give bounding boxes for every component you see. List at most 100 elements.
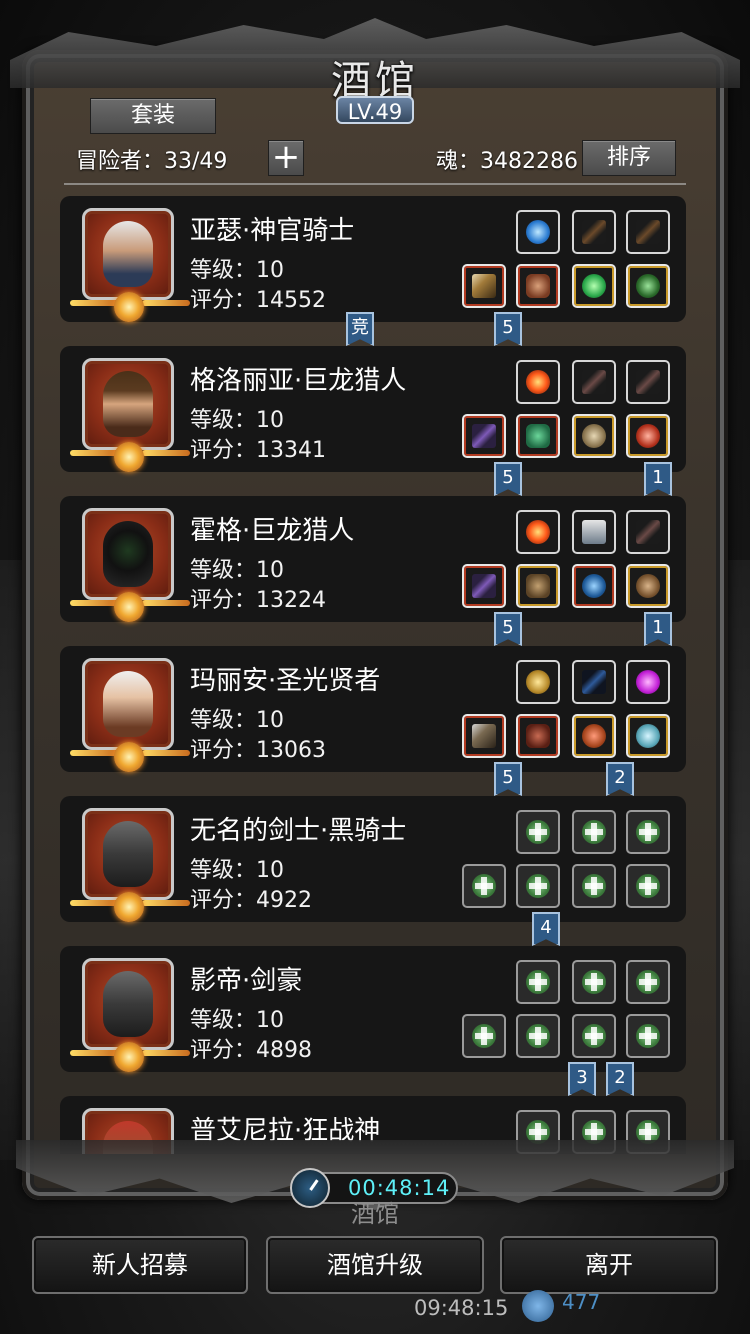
empty-slot-icon[interactable]: [572, 1014, 616, 1058]
hero-portrait[interactable]: [82, 658, 174, 750]
rank-medal-icon: [114, 592, 144, 622]
empty-slot-icon[interactable]: [516, 810, 560, 854]
hero-name: 霍格·巨龙猎人: [190, 516, 355, 546]
system-clock: 09:48:15: [414, 1296, 509, 1320]
hero-card[interactable]: 亚瑟·神官骑士 等级：10 评分：14552: [60, 196, 686, 322]
hammer-icon[interactable]: [462, 714, 506, 758]
armor-icon[interactable]: [516, 564, 560, 608]
feather-icon[interactable]: [626, 510, 670, 554]
bow-icon[interactable]: [572, 660, 616, 704]
star-tag: 5: [494, 462, 522, 496]
recruit-button[interactable]: 新人招募: [32, 1236, 248, 1294]
rank-wing-right: [142, 600, 190, 606]
fire-icon[interactable]: [516, 510, 560, 554]
gun-icon[interactable]: [626, 210, 670, 254]
rank-wing-right: [142, 300, 190, 306]
hero-level: 等级：10: [190, 408, 284, 433]
rank-wing-right: [142, 900, 190, 906]
leave-button[interactable]: 离开: [500, 1236, 718, 1294]
armor-icon[interactable]: [516, 414, 560, 458]
gem-icon[interactable]: [626, 414, 670, 458]
crystal-icon[interactable]: [572, 510, 616, 554]
paw-icon[interactable]: [626, 564, 670, 608]
star-tag: 1: [644, 612, 672, 646]
star-tag: 2: [606, 1062, 634, 1096]
rank-medal-icon: [114, 1042, 144, 1072]
empty-slot-icon[interactable]: [516, 1014, 560, 1058]
hero-portrait[interactable]: [82, 508, 174, 600]
rank-wing-left: [70, 600, 118, 606]
feather-icon[interactable]: [572, 360, 616, 404]
rank-medal-icon: [114, 442, 144, 472]
rank-wing-right: [142, 450, 190, 456]
hero-portrait[interactable]: [82, 358, 174, 450]
hero-list[interactable]: 亚瑟·神官骑士 等级：10 评分：14552 竞 5 格洛丽亚·巨龙猎人 等级：…: [60, 190, 690, 1154]
hero-card[interactable]: 格洛丽亚·巨龙猎人 等级：10 评分：13341: [60, 346, 686, 472]
rank-wing-left: [70, 1050, 118, 1056]
empty-slot-icon[interactable]: [462, 1014, 506, 1058]
empty-slot-icon[interactable]: [516, 960, 560, 1004]
soul-count: 魂：3482286: [436, 149, 578, 174]
shield-icon[interactable]: [516, 660, 560, 704]
empty-slot-icon[interactable]: [462, 864, 506, 908]
hero-portrait[interactable]: [82, 208, 174, 300]
arena-tag: 竞: [346, 312, 374, 346]
suit-button[interactable]: 套装: [90, 98, 216, 134]
star-tag: 1: [644, 462, 672, 496]
gem-icon[interactable]: [572, 264, 616, 308]
tavern-level-badge: LV.49: [336, 96, 414, 124]
hero-name: 亚瑟·神官骑士: [190, 216, 355, 246]
fire-icon[interactable]: [516, 360, 560, 404]
gauntlet-icon[interactable]: [572, 564, 616, 608]
sort-button[interactable]: 排序: [582, 140, 676, 176]
empty-slot-icon[interactable]: [572, 960, 616, 1004]
necklace-icon[interactable]: [626, 714, 670, 758]
rank-wing-left: [70, 900, 118, 906]
crossbow-icon[interactable]: [462, 564, 506, 608]
empty-slot-icon[interactable]: [626, 864, 670, 908]
empty-slot-icon[interactable]: [572, 864, 616, 908]
armor-icon[interactable]: [516, 264, 560, 308]
hero-score: 评分：13063: [190, 738, 326, 763]
feather-icon[interactable]: [626, 360, 670, 404]
upgrade-tavern-button[interactable]: 酒馆升级: [266, 1236, 484, 1294]
gun-icon[interactable]: [572, 210, 616, 254]
rank-medal-icon: [114, 742, 144, 772]
ring-icon[interactable]: [572, 414, 616, 458]
boots-icon[interactable]: [626, 264, 670, 308]
empty-slot-icon[interactable]: [626, 960, 670, 1004]
amulet-icon[interactable]: [572, 714, 616, 758]
hero-score: 评分：13341: [190, 438, 326, 463]
hero-level: 等级：10: [190, 858, 284, 883]
empty-slot-icon[interactable]: [626, 810, 670, 854]
hero-name: 玛丽安·圣光贤者: [190, 666, 381, 696]
hero-portrait[interactable]: [82, 808, 174, 900]
header-divider: [64, 183, 686, 185]
hero-card[interactable]: 无名的剑士·黑骑士 等级：10 评分：4922: [60, 796, 686, 922]
star-tag: 5: [494, 312, 522, 346]
orb-icon[interactable]: [516, 210, 560, 254]
robe-icon[interactable]: [516, 714, 560, 758]
hero-card[interactable]: 玛丽安·圣光贤者 等级：10 评分：13063: [60, 646, 686, 772]
rank-wing-left: [70, 450, 118, 456]
hero-card[interactable]: 影帝·剑豪 等级：10 评分：4898: [60, 946, 686, 1072]
rank-medal-icon: [114, 292, 144, 322]
hammer-icon[interactable]: [462, 264, 506, 308]
empty-slot-icon[interactable]: [626, 1014, 670, 1058]
hero-portrait[interactable]: [82, 958, 174, 1050]
add-slot-button[interactable]: +: [268, 140, 304, 176]
crystal-icon[interactable]: [626, 660, 670, 704]
hero-card[interactable]: 霍格·巨龙猎人 等级：10 评分：13224: [60, 496, 686, 622]
crossbow-icon[interactable]: [462, 414, 506, 458]
star-tag: 3: [568, 1062, 596, 1096]
hero-name: 格洛丽亚·巨龙猎人: [190, 366, 407, 396]
empty-slot-icon[interactable]: [516, 864, 560, 908]
empty-slot-icon[interactable]: [572, 810, 616, 854]
rank-wing-right: [142, 1050, 190, 1056]
hero-score: 评分：13224: [190, 588, 326, 613]
background-title: 酒馆: [351, 1200, 399, 1228]
adventurer-count: 冒险者：33/49: [76, 149, 228, 174]
star-tag: 5: [494, 612, 522, 646]
hero-level: 等级：10: [190, 258, 284, 283]
star-tag: 4: [532, 912, 560, 946]
